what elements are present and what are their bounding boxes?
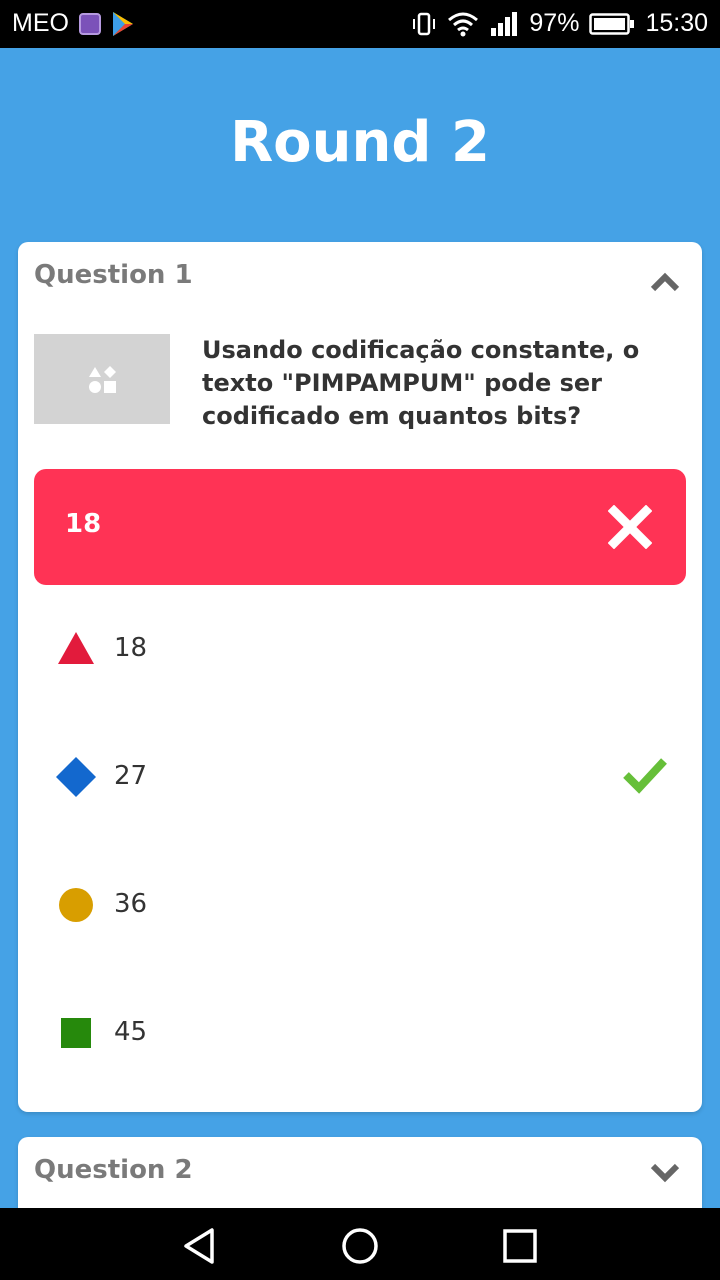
chevron-down-icon[interactable]: [650, 1163, 680, 1183]
question-1-header[interactable]: Question 1: [34, 260, 193, 290]
navigation-bar: [0, 1208, 720, 1280]
question-2-header[interactable]: Question 2: [34, 1155, 193, 1185]
option-label: 45: [114, 1017, 148, 1047]
chevron-up-icon[interactable]: [650, 272, 680, 292]
carrier-label: MEO: [12, 9, 69, 37]
wifi-icon: [447, 11, 479, 37]
battery-percent: 97%: [529, 9, 580, 37]
clock: 15:30: [645, 9, 708, 37]
correct-check-icon: [623, 758, 667, 794]
gallery-icon: [78, 12, 101, 35]
round-title: Round 2: [230, 110, 490, 175]
status-bar: MEO 97% 15:30: [0, 0, 720, 48]
triangle-icon: [58, 632, 94, 664]
square-icon: [61, 1018, 91, 1048]
option-label: 18: [114, 633, 148, 663]
answer-option-2: 27: [18, 737, 702, 817]
battery-icon: [589, 12, 635, 36]
answer-option-4: 45: [18, 993, 702, 1073]
shapes-placeholder-icon: [89, 366, 116, 393]
question-image-placeholder: [34, 334, 170, 424]
selected-answer-banner: 18: [34, 469, 686, 585]
vibrate-icon: [411, 11, 437, 37]
play-store-icon: [111, 11, 135, 37]
wrong-x-icon: [608, 505, 652, 549]
answer-option-1: 18: [18, 609, 702, 689]
recents-icon[interactable]: [500, 1226, 540, 1266]
home-icon[interactable]: [340, 1226, 380, 1266]
back-icon[interactable]: [180, 1226, 220, 1266]
option-label: 27: [114, 761, 148, 791]
question-card-1: Question 1 Usando codificação constante,…: [18, 242, 702, 1112]
answer-option-3: 36: [18, 865, 702, 945]
signal-icon: [489, 11, 519, 37]
question-text: Usando codificação constante, o texto "P…: [202, 336, 640, 430]
option-label: 36: [114, 889, 148, 919]
diamond-icon: [56, 757, 96, 797]
circle-icon: [59, 888, 93, 922]
selected-answer-value: 18: [65, 509, 102, 539]
